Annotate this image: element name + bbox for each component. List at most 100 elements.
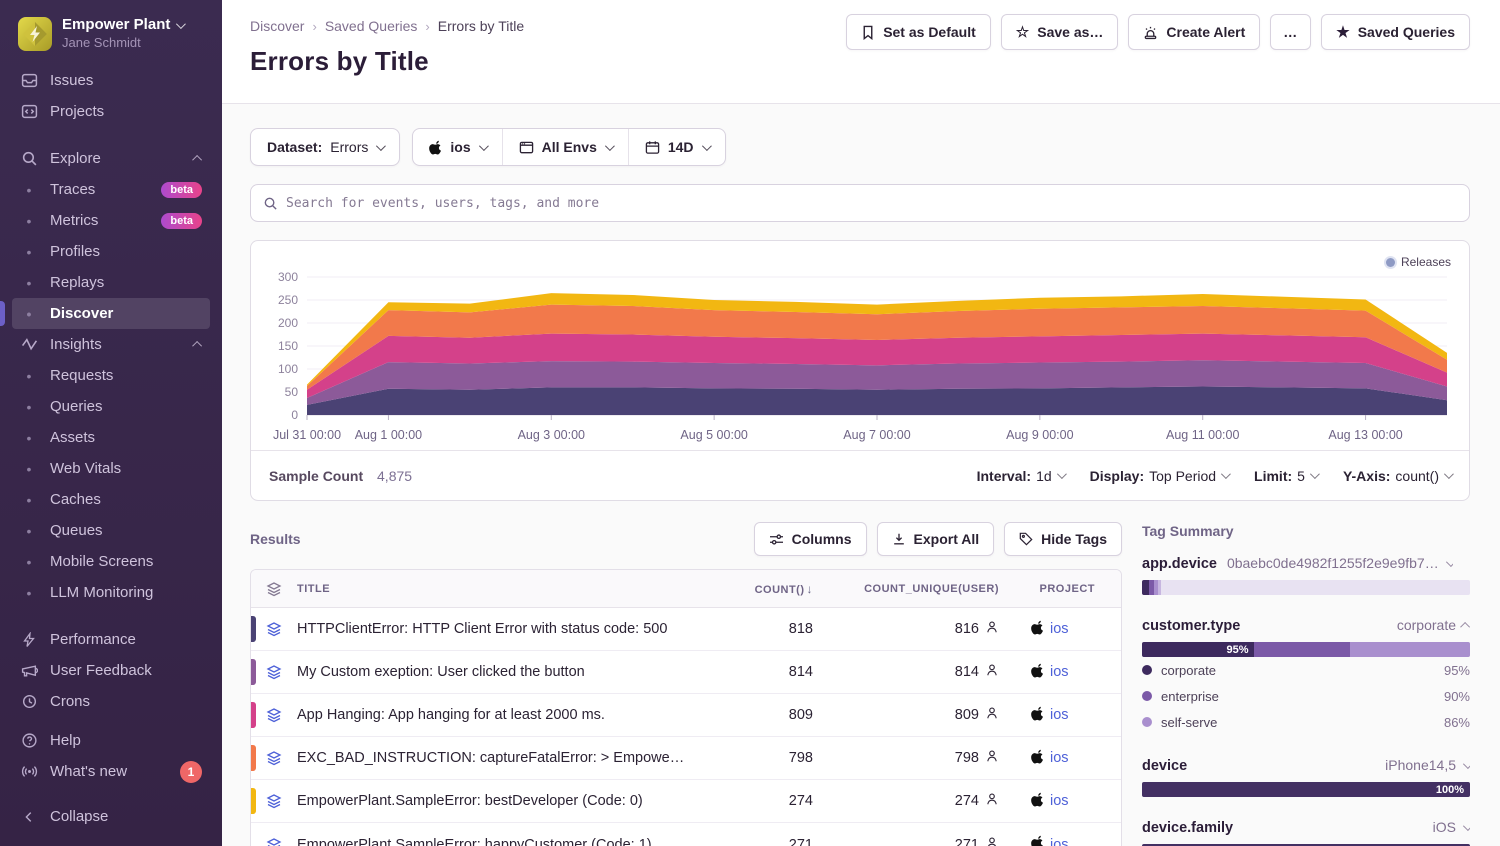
sidebar-item-label: Discover	[50, 305, 113, 322]
org-switcher[interactable]: Empower Plant Jane Schmidt	[12, 12, 210, 65]
sidebar-item-queues[interactable]: •Queues	[12, 515, 210, 546]
sidebar-group-insights[interactable]: Insights	[12, 329, 210, 360]
error-title-link[interactable]: My Custom exeption: User clicked the but…	[297, 664, 697, 680]
sidebar-item-projects[interactable]: Projects	[12, 96, 210, 127]
interval-selector[interactable]: Interval:1d	[977, 468, 1064, 484]
sidebar-item-assets[interactable]: •Assets	[12, 422, 210, 453]
svg-text:Aug 1 00:00: Aug 1 00:00	[355, 428, 422, 442]
column-header-count[interactable]: COUNT()↓	[697, 582, 817, 596]
sidebar-item-web-vitals[interactable]: •Web Vitals	[12, 453, 210, 484]
sidebar-item-metrics[interactable]: • Metrics beta	[12, 205, 210, 236]
search-icon	[20, 150, 38, 168]
error-title-link[interactable]: EmpowerPlant.SampleError: happyCustomer …	[297, 837, 697, 846]
chevron-up-icon[interactable]	[192, 155, 202, 165]
set-as-default-button[interactable]: Set as Default	[846, 14, 991, 50]
sidebar-item-help[interactable]: Help	[12, 725, 210, 756]
main-area: Discover › Saved Queries › Errors by Tit…	[222, 0, 1500, 846]
results-table: TITLE COUNT()↓ COUNT_UNIQUE(USER) PROJEC…	[250, 569, 1122, 846]
chevron-down-icon[interactable]	[1446, 557, 1453, 567]
sidebar-item-caches[interactable]: •Caches	[12, 484, 210, 515]
project-link[interactable]: ios	[1050, 750, 1069, 766]
dataset-selector[interactable]: Dataset: Errors	[250, 128, 400, 166]
chevron-up-icon[interactable]	[192, 341, 202, 351]
sidebar-item-whats-new[interactable]: What's new 1	[12, 756, 210, 787]
breadcrumb-saved-queries[interactable]: Saved Queries	[325, 18, 418, 34]
count-value: 274	[697, 793, 817, 809]
sidebar-item-profiles[interactable]: • Profiles	[12, 236, 210, 267]
saved-queries-button[interactable]: ★ Saved Queries	[1321, 14, 1470, 50]
hide-tags-button[interactable]: Hide Tags	[1004, 522, 1122, 556]
sliders-icon	[769, 533, 784, 546]
count-unique-value: 809	[955, 707, 979, 723]
table-row[interactable]: EXC_BAD_INSTRUCTION: captureFatalError: …	[251, 737, 1121, 780]
table-row[interactable]: HTTPClientError: HTTP Client Error with …	[251, 608, 1121, 651]
create-alert-button[interactable]: Create Alert	[1128, 14, 1260, 50]
sidebar-item-replays[interactable]: • Replays	[12, 267, 210, 298]
sidebar-item-mobile-screens[interactable]: •Mobile Screens	[12, 546, 210, 577]
column-header-count-unique[interactable]: COUNT_UNIQUE(USER)	[817, 583, 1003, 595]
tag-header[interactable]: customer.type corporate	[1142, 617, 1470, 634]
export-all-button[interactable]: Export All	[877, 522, 995, 556]
org-logo	[18, 17, 52, 51]
error-title-link[interactable]: EmpowerPlant.SampleError: bestDeveloper …	[297, 793, 697, 809]
table-row[interactable]: EmpowerPlant.SampleError: happyCustomer …	[251, 823, 1121, 846]
error-title-link[interactable]: HTTPClientError: HTTP Client Error with …	[297, 621, 697, 637]
tag-legend-item[interactable]: enterprise 90%	[1142, 683, 1470, 709]
breadcrumb-discover[interactable]: Discover	[250, 18, 304, 34]
sidebar-item-discover[interactable]: • Discover	[12, 298, 210, 329]
table-row[interactable]: App Hanging: App hanging for at least 20…	[251, 694, 1121, 737]
chevron-down-icon	[176, 19, 186, 29]
table-row[interactable]: EmpowerPlant.SampleError: bestDeveloper …	[251, 780, 1121, 823]
save-as-button[interactable]: ☆ Save as…	[1001, 14, 1119, 50]
tag-header[interactable]: device iPhone14,5	[1142, 757, 1470, 774]
sidebar-group-explore[interactable]: Explore	[12, 143, 210, 174]
stack-icon	[251, 837, 297, 846]
sidebar-item-queries[interactable]: •Queries	[12, 391, 210, 422]
tag-legend-item[interactable]: corporate 95%	[1142, 657, 1470, 683]
chevron-down-icon[interactable]	[1463, 759, 1470, 769]
bullet-icon: •	[20, 275, 38, 291]
error-title-link[interactable]: EXC_BAD_INSTRUCTION: captureFatalError: …	[297, 750, 697, 766]
chevron-up-icon[interactable]	[1460, 621, 1470, 631]
project-selector[interactable]: ios	[413, 129, 501, 165]
project-link[interactable]: ios	[1050, 621, 1069, 637]
project-link[interactable]: ios	[1050, 793, 1069, 809]
projects-icon	[20, 103, 38, 121]
sidebar-item-llm-monitoring[interactable]: •LLM Monitoring	[12, 577, 210, 608]
search-input[interactable]	[286, 196, 1457, 211]
project-link[interactable]: ios	[1050, 664, 1069, 680]
apple-icon	[1031, 620, 1044, 639]
column-header-project[interactable]: PROJECT	[1003, 583, 1121, 595]
project-link[interactable]: ios	[1050, 837, 1069, 846]
sidebar-item-label: Web Vitals	[50, 460, 121, 477]
yaxis-selector[interactable]: Y-Axis:count()	[1343, 468, 1451, 484]
date-range-selector[interactable]: 14D	[628, 129, 725, 165]
limit-selector[interactable]: Limit:5	[1254, 468, 1317, 484]
chart-legend[interactable]: Releases	[1386, 255, 1451, 269]
sidebar-item-requests[interactable]: •Requests	[12, 360, 210, 391]
sidebar-item-issues[interactable]: Issues	[12, 65, 210, 96]
sidebar: Empower Plant Jane Schmidt Issues Projec…	[0, 0, 222, 846]
sidebar-item-crons[interactable]: Crons	[12, 686, 210, 717]
sidebar-item-performance[interactable]: Performance	[12, 624, 210, 655]
error-title-link[interactable]: App Hanging: App hanging for at least 20…	[297, 707, 697, 723]
display-selector[interactable]: Display:Top Period	[1090, 468, 1228, 484]
column-header-title[interactable]: TITLE	[297, 583, 697, 595]
columns-button[interactable]: Columns	[754, 522, 867, 556]
tag-legend-item[interactable]: self-serve 86%	[1142, 709, 1470, 735]
bullet-icon: •	[20, 244, 38, 260]
tag-section-app-device: app.device 0baebc0de4982f1255f2e9e9fb7…	[1142, 555, 1470, 595]
user-icon	[985, 663, 999, 681]
sidebar-item-label: Issues	[50, 72, 93, 89]
table-row[interactable]: My Custom exeption: User clicked the but…	[251, 651, 1121, 694]
tag-header[interactable]: device.family iOS	[1142, 819, 1470, 836]
tag-header[interactable]: app.device 0baebc0de4982f1255f2e9e9fb7…	[1142, 555, 1470, 572]
sidebar-item-traces[interactable]: • Traces beta	[12, 174, 210, 205]
breadcrumb-current: Errors by Title	[438, 18, 524, 34]
project-link[interactable]: ios	[1050, 707, 1069, 723]
environment-selector[interactable]: All Envs	[502, 129, 628, 165]
sidebar-collapse-button[interactable]: Collapse	[12, 801, 210, 832]
sidebar-item-user-feedback[interactable]: User Feedback	[12, 655, 210, 686]
more-options-button[interactable]: …	[1270, 14, 1311, 50]
chevron-down-icon[interactable]	[1463, 821, 1470, 831]
